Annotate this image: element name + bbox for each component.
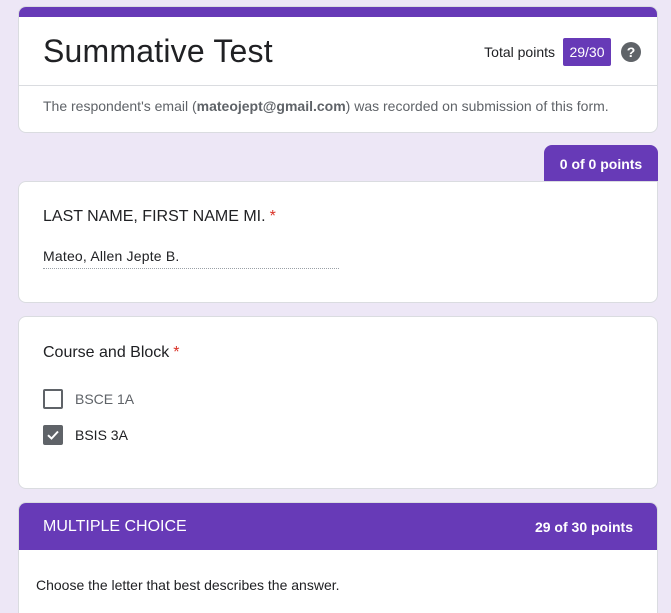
name-question-card: LAST NAME, FIRST NAME MI. * Mateo, Allen … xyxy=(18,181,658,303)
checkmark-icon xyxy=(47,430,59,440)
section-points: 29 of 30 points xyxy=(534,519,633,535)
name-question-title: LAST NAME, FIRST NAME MI. * xyxy=(43,208,276,226)
total-points-label: Total points xyxy=(484,44,555,60)
checkbox-unchecked-icon[interactable] xyxy=(43,389,63,409)
required-asterisk: * xyxy=(173,344,180,361)
email-note-suffix: ) was recorded on submission of this for… xyxy=(345,98,609,114)
header-accent-bar xyxy=(19,7,657,17)
option-bsis-3a[interactable]: BSIS 3A xyxy=(43,425,128,445)
total-points-badge: 29/30 xyxy=(563,38,611,66)
checkbox-checked-icon[interactable] xyxy=(43,425,63,445)
email-note-prefix: The respondent's email ( xyxy=(43,98,197,114)
option-label: BSCE 1A xyxy=(75,391,135,407)
course-question-title: Course and Block * xyxy=(43,344,180,362)
multiple-choice-section: MULTIPLE CHOICE 29 of 30 points Choose t… xyxy=(18,502,658,613)
question-points-tab: 0 of 0 points xyxy=(544,145,658,182)
option-bsce-1a[interactable]: BSCE 1A xyxy=(43,389,134,409)
required-asterisk: * xyxy=(269,208,276,225)
total-points: Total points 29/30 ? xyxy=(484,38,641,66)
help-icon[interactable]: ? xyxy=(621,42,641,62)
course-question-label: Course and Block xyxy=(43,344,170,361)
header-divider xyxy=(19,85,657,86)
name-answer-value: Mateo, Allen Jepte B. xyxy=(43,248,339,269)
section-header: MULTIPLE CHOICE 29 of 30 points xyxy=(19,503,657,550)
section-title: MULTIPLE CHOICE xyxy=(43,518,187,535)
name-question-label: LAST NAME, FIRST NAME MI. xyxy=(43,208,266,225)
respondent-email: mateojept@gmail.com xyxy=(196,98,346,114)
course-question-card: Course and Block * BSCE 1A BSIS 3A xyxy=(18,316,658,489)
form-header-card: Summative Test Total points 29/30 ? The … xyxy=(18,6,658,133)
section-description: Choose the letter that best describes th… xyxy=(36,577,340,593)
email-recorded-note: The respondent's email (mateojept@gmail.… xyxy=(43,98,609,114)
option-label: BSIS 3A xyxy=(75,427,128,443)
form-title: Summative Test xyxy=(43,33,273,69)
